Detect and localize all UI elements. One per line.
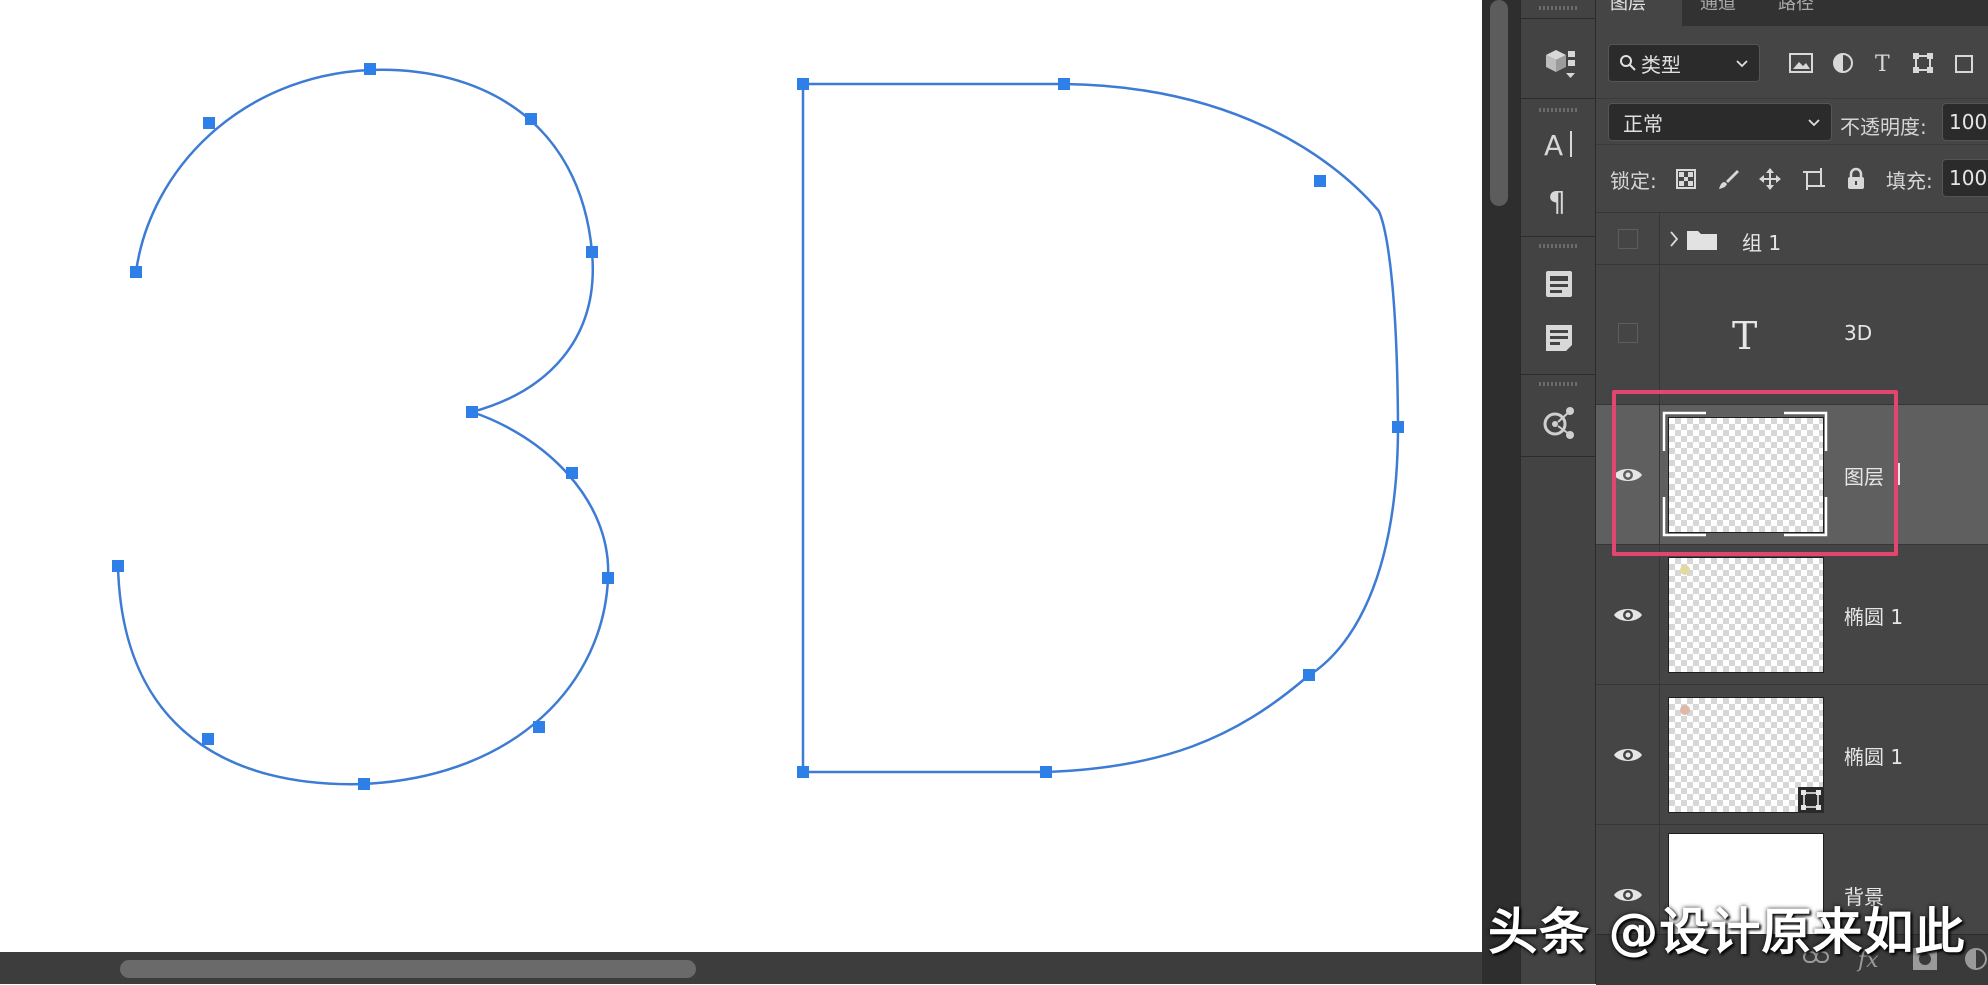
filter-kind-select[interactable]: 类型 — [1608, 44, 1760, 82]
chevron-right-icon[interactable] — [1668, 230, 1680, 248]
letter-D-anchors[interactable] — [797, 78, 1404, 778]
svg-text:¶: ¶ — [1548, 185, 1566, 217]
watermark: 头条 @设计原来如此 — [1488, 903, 1966, 961]
visibility-toggle[interactable] — [1618, 229, 1638, 249]
filter-kind-label: 类型 — [1641, 52, 1681, 77]
visibility-cell[interactable] — [1596, 685, 1660, 824]
type-layer-icon: T — [1732, 315, 1757, 355]
visibility-cell[interactable] — [1596, 265, 1660, 404]
panel-tabs: 图层 通道 路径 — [1596, 0, 1988, 26]
highlight-annotation-box — [1612, 390, 1898, 556]
tab-layers[interactable]: 图层 — [1596, 0, 1682, 26]
lock-label: 锁定: — [1610, 169, 1657, 193]
opacity-input[interactable]: 100 — [1942, 103, 1988, 141]
lock-row: 锁定: 填充: 100 — [1596, 144, 1988, 213]
lock-position-move-icon[interactable] — [1756, 165, 1784, 193]
fill-input[interactable]: 100 — [1942, 159, 1988, 197]
text-cursor — [1898, 463, 1900, 485]
character-panel-icon[interactable]: A — [1539, 124, 1579, 164]
lock-transparency-icon[interactable] — [1672, 165, 1700, 193]
shape-filter-icon[interactable] — [1908, 48, 1938, 78]
lock-all-icon[interactable] — [1842, 165, 1870, 193]
letter-D-path[interactable] — [801, 82, 1400, 774]
document-canvas[interactable] — [0, 0, 1482, 952]
blend-mode-select[interactable]: 正常 — [1608, 103, 1832, 141]
layer-name: 椭圆 1 — [1844, 605, 1904, 629]
layer-name: 组 1 — [1742, 231, 1782, 255]
folder-icon — [1687, 231, 1717, 250]
layer-row-ellipse-shape[interactable]: 椭圆 1 — [1596, 684, 1988, 824]
horizontal-scroll-thumb[interactable] — [120, 960, 696, 978]
lock-artboard-icon[interactable] — [1800, 165, 1828, 193]
strip-divider — [1521, 456, 1597, 457]
smart-object-filter-icon[interactable] — [1948, 48, 1978, 78]
blend-row: 正常 不透明度: 100 — [1596, 98, 1988, 145]
svg-text:T: T — [1875, 52, 1890, 74]
opacity-label: 不透明度: — [1840, 115, 1927, 139]
strip-divider — [1521, 98, 1597, 99]
layer-row-group[interactable]: 组 1 — [1596, 212, 1988, 264]
libraries-panel-icon[interactable] — [1539, 264, 1579, 304]
strip-divider — [1521, 18, 1597, 19]
image-filter-icon[interactable] — [1786, 48, 1816, 78]
strip-grip[interactable] — [1539, 382, 1579, 386]
vertical-scroll-thumb[interactable] — [1490, 0, 1508, 206]
layer-filter-row: 类型 T — [1596, 26, 1988, 98]
strip-grip[interactable] — [1539, 244, 1579, 248]
letter-3-path[interactable] — [116, 68, 610, 786]
visibility-cell[interactable] — [1596, 545, 1660, 684]
fill-label: 填充: — [1886, 169, 1933, 193]
shape-layer-badge-icon — [1798, 787, 1824, 813]
blend-mode-value: 正常 — [1623, 111, 1663, 136]
letter-3-anchors[interactable] — [112, 63, 614, 790]
visibility-toggle[interactable] — [1618, 323, 1638, 343]
visibility-cell[interactable] — [1596, 213, 1660, 264]
paragraph-panel-icon[interactable]: ¶ — [1539, 180, 1579, 220]
properties-panel-icon[interactable] — [1539, 402, 1579, 442]
chevron-down-icon — [1736, 60, 1748, 68]
layer-thumbnail[interactable] — [1668, 557, 1824, 673]
tab-channels[interactable]: 通道 — [1686, 0, 1756, 26]
thumbnail-dot — [1680, 565, 1690, 575]
3d-panel-icon[interactable] — [1539, 42, 1579, 82]
adjustment-icon[interactable] — [1964, 947, 1988, 971]
horizontal-scrollbar[interactable] — [0, 952, 1482, 984]
notes-panel-icon[interactable] — [1539, 318, 1579, 358]
strip-grip[interactable] — [1539, 6, 1579, 10]
adjustment-filter-icon[interactable] — [1828, 48, 1858, 78]
layer-row-ellipse[interactable]: 椭圆 1 — [1596, 544, 1988, 684]
eye-icon[interactable] — [1613, 745, 1643, 765]
lock-pixels-brush-icon[interactable] — [1714, 165, 1742, 193]
svg-text:A: A — [1544, 129, 1563, 161]
chevron-down-icon — [1808, 119, 1820, 127]
search-icon — [1620, 55, 1636, 71]
layer-name: 椭圆 1 — [1844, 745, 1904, 769]
thumbnail-dot — [1680, 705, 1690, 715]
layer-name: 3D — [1844, 321, 1873, 345]
type-filter-icon[interactable]: T — [1868, 48, 1898, 78]
eye-icon[interactable] — [1613, 605, 1643, 625]
tab-paths[interactable]: 路径 — [1764, 0, 1834, 26]
panel-tool-strip: A ¶ — [1520, 0, 1597, 984]
layer-row-text[interactable]: T 3D — [1596, 264, 1988, 404]
svg-text:T: T — [1732, 315, 1757, 355]
strip-grip[interactable] — [1539, 108, 1579, 112]
path-artwork — [112, 63, 1404, 790]
strip-divider — [1521, 374, 1597, 375]
strip-divider — [1521, 236, 1597, 237]
